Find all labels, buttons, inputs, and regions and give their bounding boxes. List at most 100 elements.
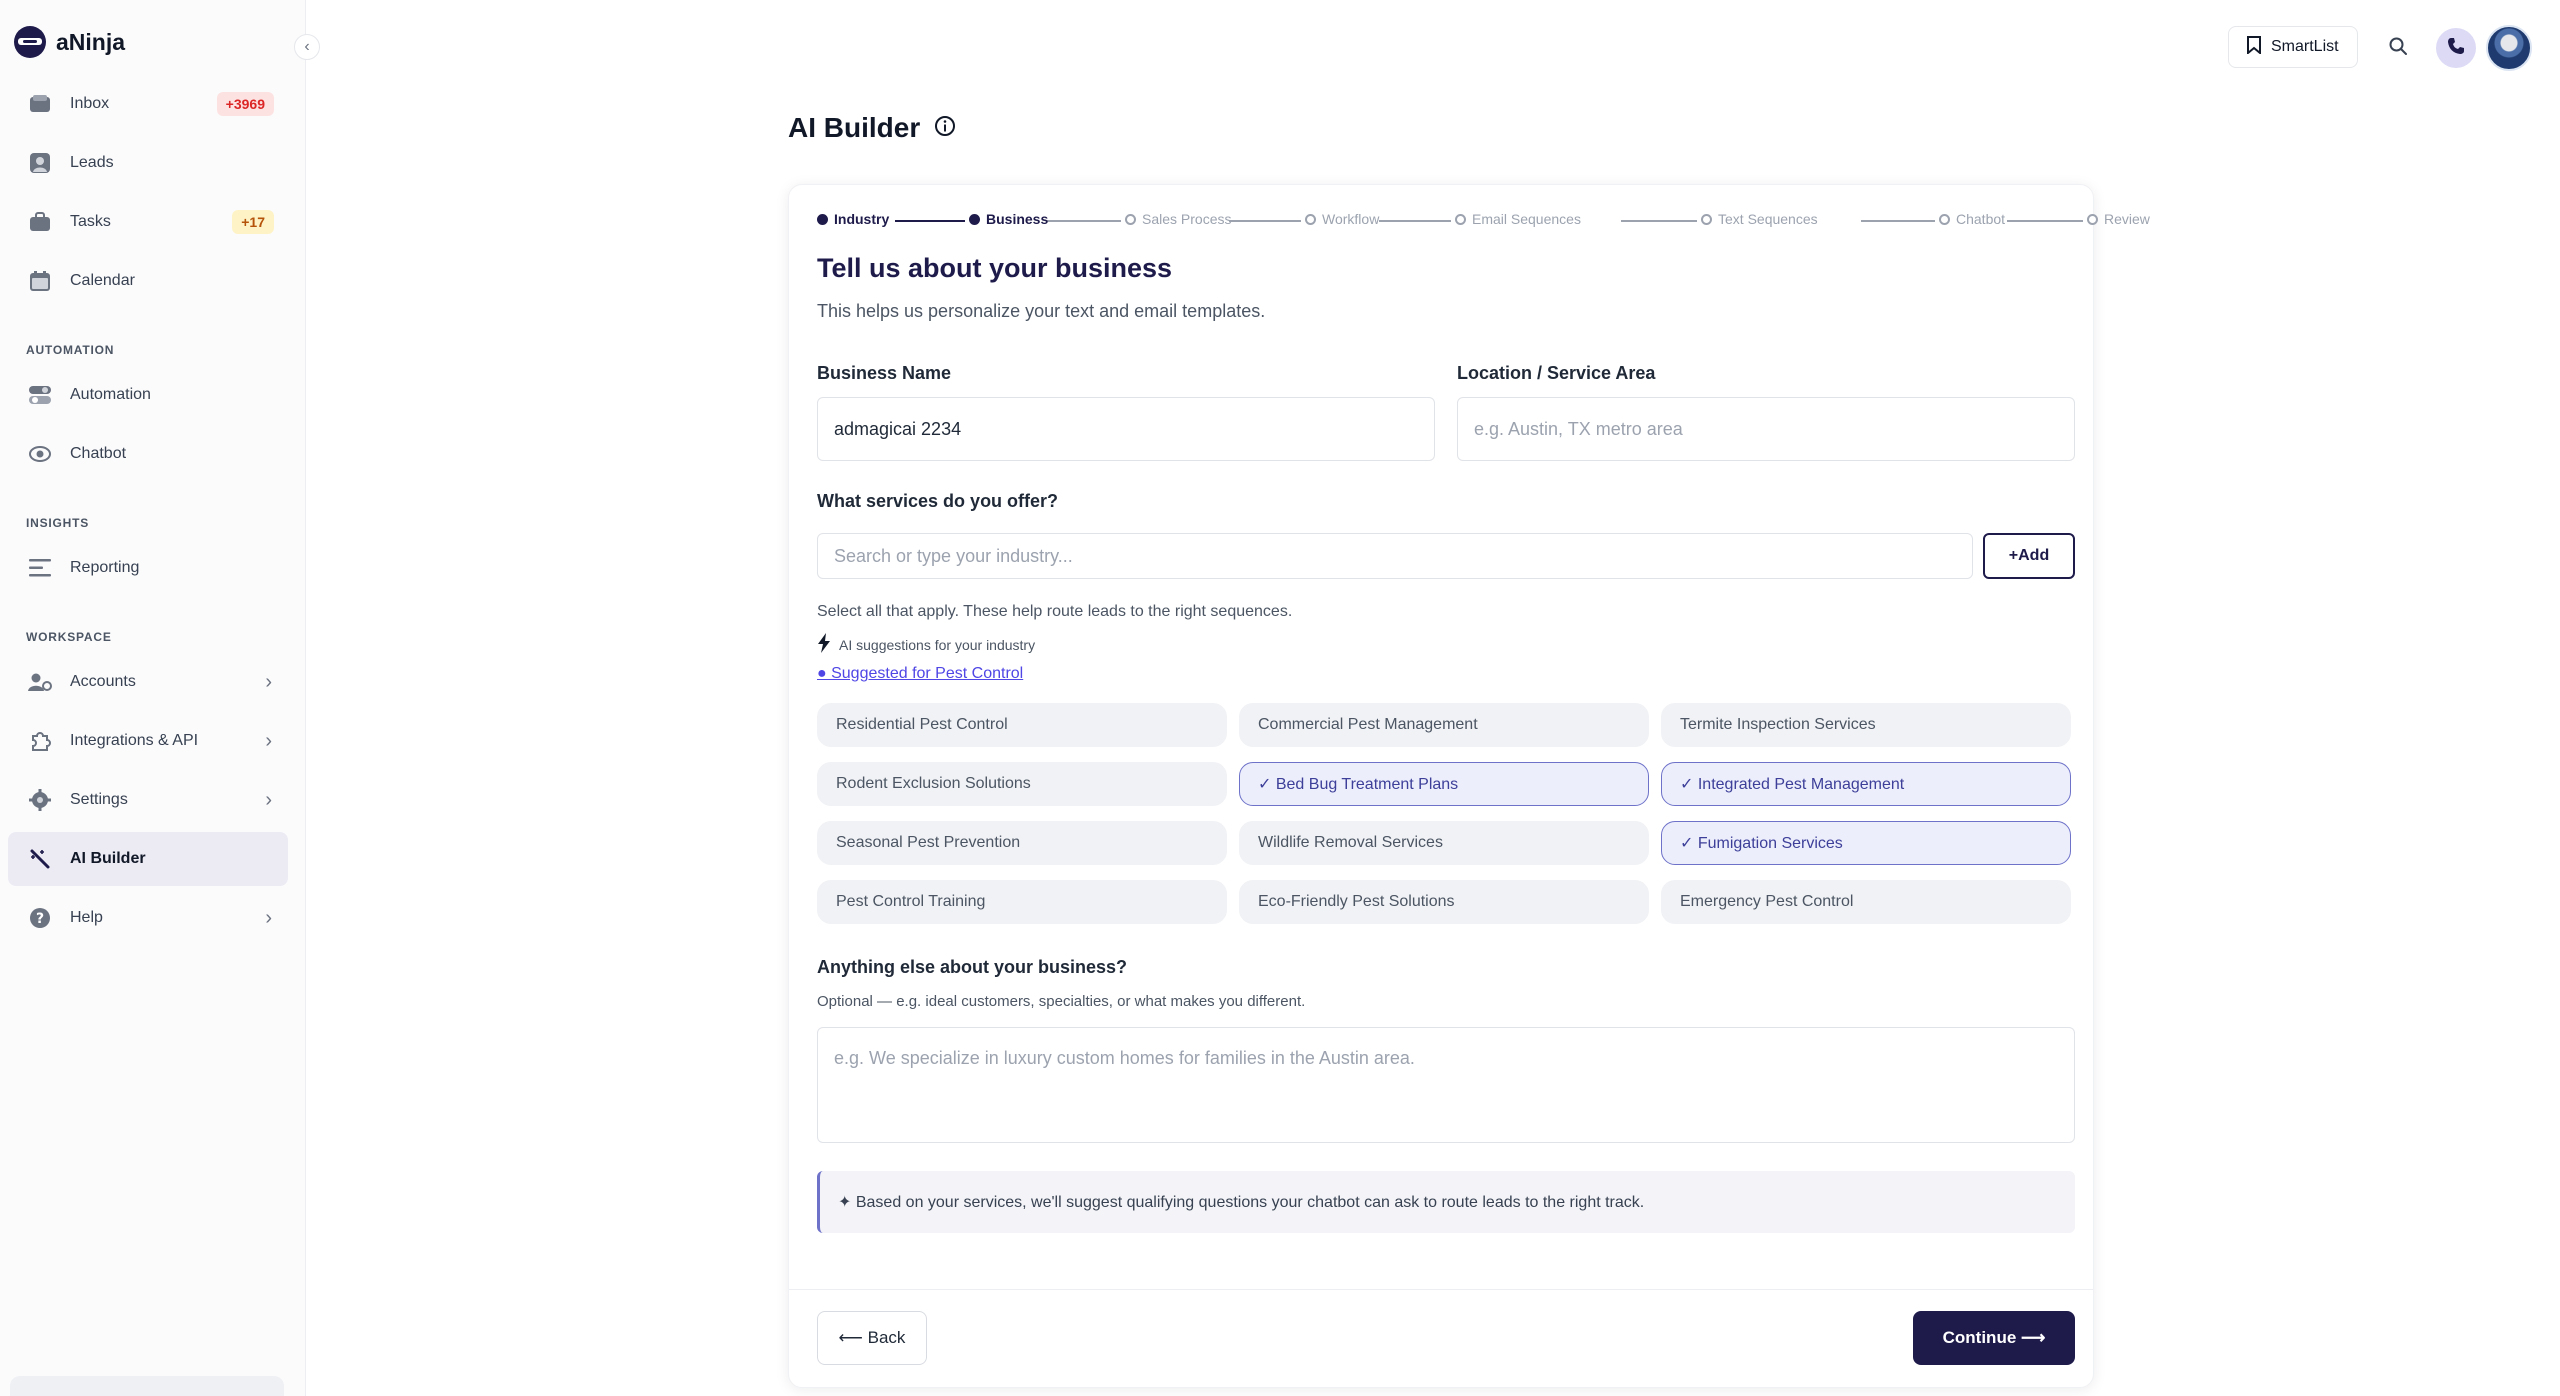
- service-chip[interactable]: Commercial Pest Management: [1239, 703, 1649, 747]
- service-chip[interactable]: Termite Inspection Services: [1661, 703, 2071, 747]
- puzzle-icon: [28, 730, 52, 752]
- eye-icon: [28, 443, 52, 465]
- continue-button[interactable]: Continue ⟶: [1913, 1311, 2075, 1365]
- smartlist-label: SmartList: [2271, 38, 2339, 55]
- industry-search-input[interactable]: [817, 533, 1973, 579]
- step-label: Sales Process: [1142, 211, 1232, 227]
- service-chip-selected[interactable]: ✓ Bed Bug Treatment Plans: [1239, 762, 1649, 806]
- calendar-icon: [28, 270, 52, 292]
- sidebar-item-integrations[interactable]: Integrations & API ›: [8, 714, 288, 768]
- suggested-industry-link[interactable]: ● Suggested for Pest Control: [817, 665, 1023, 683]
- service-chip[interactable]: Residential Pest Control: [817, 703, 1227, 747]
- step-industry[interactable]: Industry: [817, 211, 889, 227]
- bookmark-icon: [2247, 35, 2261, 59]
- chevron-right-icon: ›: [265, 729, 272, 752]
- step-connector: [1379, 220, 1451, 222]
- footer-divider: [789, 1289, 2093, 1290]
- step-dot: [1701, 213, 1712, 225]
- sidebar-item-ai-builder[interactable]: AI Builder: [8, 832, 288, 886]
- step-business[interactable]: Business: [969, 211, 1048, 227]
- step-connector: [1621, 220, 1697, 222]
- step-workflow[interactable]: Workflow: [1305, 211, 1379, 227]
- service-chip[interactable]: Rodent Exclusion Solutions: [817, 762, 1227, 806]
- step-dot: [817, 213, 828, 225]
- chevron-right-icon: ›: [265, 670, 272, 693]
- lightning-icon: [817, 633, 831, 656]
- sidebar-item-label: Help: [70, 909, 103, 926]
- search-button[interactable]: [2378, 28, 2418, 68]
- sidebar-item-tasks[interactable]: Tasks +17: [8, 195, 288, 249]
- phone-button[interactable]: [2436, 28, 2476, 68]
- service-chip[interactable]: Wildlife Removal Services: [1239, 821, 1649, 865]
- step-chatbot[interactable]: Chatbot: [1939, 211, 2005, 227]
- location-input[interactable]: [1457, 397, 2075, 461]
- search-icon: [2388, 36, 2408, 61]
- sidebar-item-calendar[interactable]: Calendar: [8, 254, 288, 308]
- smartlist-button[interactable]: SmartList: [2228, 26, 2358, 68]
- step-connector: [1861, 220, 1935, 222]
- step-connector: [1229, 220, 1301, 222]
- accounts-icon: [28, 671, 52, 693]
- section-title-workspace: WORKSPACE: [26, 630, 112, 644]
- step-dot: [1939, 213, 1950, 225]
- sidebar-item-label: AI Builder: [70, 850, 146, 867]
- service-chip[interactable]: Emergency Pest Control: [1661, 880, 2071, 924]
- step-dot: [969, 213, 980, 225]
- brand[interactable]: aNinja: [14, 26, 125, 58]
- back-button[interactable]: ⟵ Back: [817, 1311, 927, 1365]
- form-subheading: This helps us personalize your text and …: [817, 301, 1266, 321]
- sidebar-item-label: Chatbot: [70, 445, 127, 462]
- collapse-sidebar-button[interactable]: ‹: [294, 34, 320, 60]
- business-notes-textarea[interactable]: [817, 1027, 2075, 1143]
- add-service-button[interactable]: +Add: [1983, 533, 2075, 579]
- sidebar-item-label: Reporting: [70, 559, 140, 576]
- bars-icon: [28, 557, 52, 579]
- info-icon[interactable]: [934, 115, 956, 142]
- step-label: Workflow: [1322, 211, 1380, 227]
- sidebar-item-automation[interactable]: Automation: [8, 368, 288, 422]
- sidebar-item-label: Calendar: [70, 272, 135, 289]
- ai-suggestions-text: AI suggestions for your industry: [839, 636, 1036, 653]
- chevron-left-icon: ‹: [304, 38, 310, 55]
- step-dot: [1125, 213, 1136, 225]
- page-title-row: AI Builder: [788, 112, 956, 144]
- service-chip-selected[interactable]: ✓ Integrated Pest Management: [1661, 762, 2071, 806]
- service-chip[interactable]: Pest Control Training: [817, 880, 1227, 924]
- sidebar-item-inbox[interactable]: Inbox +3969: [8, 77, 288, 131]
- user-profile-card[interactable]: [10, 1376, 284, 1396]
- step-label: Text Sequences: [1718, 211, 1818, 227]
- progress-stepper: Industry Business Sales Process Workflow…: [817, 211, 2150, 231]
- service-chip[interactable]: Eco-Friendly Pest Solutions: [1239, 880, 1649, 924]
- briefcase-icon: [28, 211, 52, 233]
- sidebar-item-leads[interactable]: Leads: [8, 136, 288, 190]
- sidebar-item-chatbot[interactable]: Chatbot: [8, 427, 288, 481]
- services-helper-text: Select all that apply. These help route …: [817, 603, 1293, 620]
- inbox-count-badge: +3969: [216, 92, 274, 116]
- section-title-automation: AUTOMATION: [26, 343, 115, 357]
- step-dot: [1305, 213, 1316, 225]
- step-label: Review: [2104, 211, 2150, 227]
- sidebar-item-reporting[interactable]: Reporting: [8, 541, 288, 595]
- phone-icon: [2447, 37, 2465, 60]
- tasks-count-badge: +17: [232, 210, 274, 234]
- sidebar-item-label: Accounts: [70, 673, 136, 690]
- sidebar-item-label: Settings: [70, 791, 128, 808]
- sidebar-item-settings[interactable]: Settings ›: [8, 773, 288, 827]
- step-review[interactable]: Review: [2087, 211, 2150, 227]
- step-label: Industry: [834, 211, 890, 227]
- step-text-sequences[interactable]: Text Sequences: [1701, 211, 1818, 227]
- service-chip[interactable]: Seasonal Pest Prevention: [817, 821, 1227, 865]
- help-icon: ?: [28, 907, 52, 929]
- step-email-sequences[interactable]: Email Sequences: [1455, 211, 1581, 227]
- service-chip-selected[interactable]: ✓ Fumigation Services: [1661, 821, 2071, 865]
- step-sales-process[interactable]: Sales Process: [1125, 211, 1231, 227]
- sidebar-item-accounts[interactable]: Accounts ›: [8, 655, 288, 709]
- sidebar-item-label: Leads: [70, 154, 114, 171]
- sidebar-item-help[interactable]: ? Help ›: [8, 891, 288, 945]
- services-label: What services do you offer?: [817, 491, 1059, 511]
- page-title: AI Builder: [788, 112, 921, 143]
- user-avatar[interactable]: [2486, 25, 2532, 71]
- business-name-input[interactable]: [817, 397, 1435, 461]
- step-label: Chatbot: [1956, 211, 2006, 227]
- step-connector: [1047, 220, 1121, 222]
